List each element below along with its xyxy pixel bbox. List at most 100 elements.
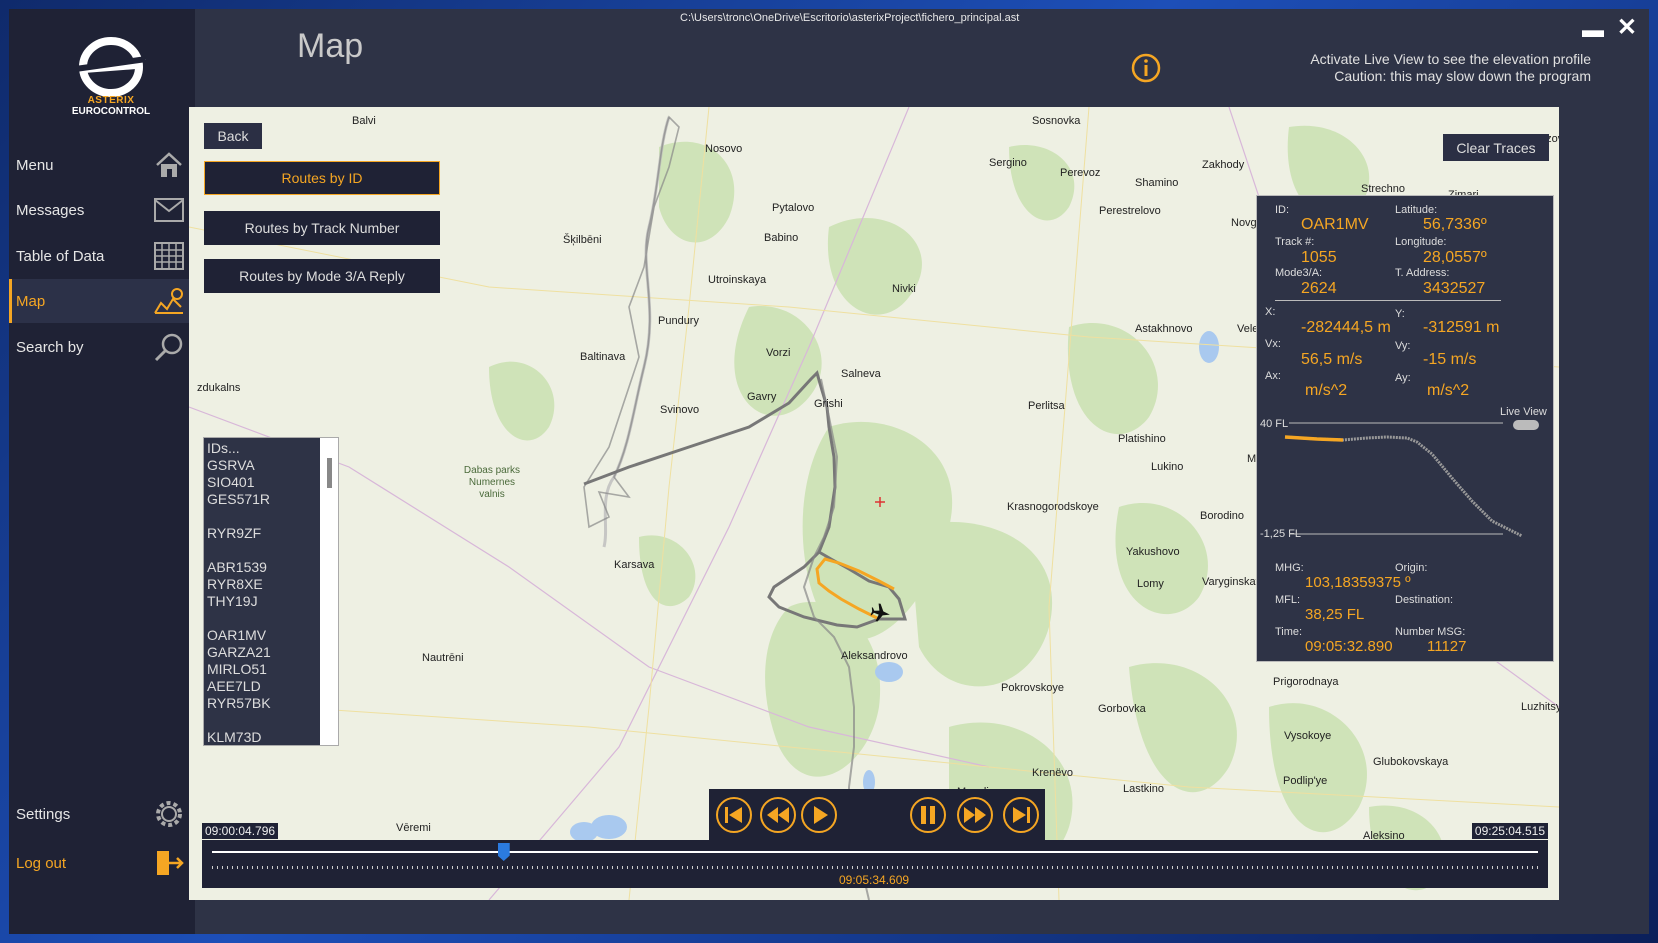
id-list-item[interactable]: IDs... <box>207 440 317 457</box>
id-list-item[interactable] <box>207 542 317 559</box>
mhg-value: 103,18359375 º <box>1305 574 1411 591</box>
skip-to-end-button[interactable] <box>1002 796 1040 834</box>
place-label: Vorzi <box>766 347 791 359</box>
timeline-slider[interactable]: 09:05:34.609 <box>202 840 1548 888</box>
id-list-item[interactable]: RYR9ZF <box>207 525 317 542</box>
destination-label: Destination: <box>1395 594 1454 606</box>
routes-by-id-button[interactable]: Routes by ID <box>204 161 440 195</box>
place-label: Pytalovo <box>772 202 815 214</box>
place-label: Astakhnovo <box>1135 323 1193 335</box>
id-list-item[interactable]: GARZA21 <box>207 644 317 661</box>
place-label: Šķilbēni <box>563 234 602 246</box>
live-view-message-line-1: Activate Live View to see the elevation … <box>1310 51 1591 67</box>
sidebar-item-search-by[interactable]: Search by <box>9 325 195 369</box>
id-list-item[interactable]: MIRLO51 <box>207 661 317 678</box>
timeline-track[interactable] <box>212 851 1538 853</box>
number-msg-value: 11127 <box>1427 638 1467 655</box>
sidebar-item-menu[interactable]: Menu <box>9 143 195 187</box>
logout-icon <box>149 843 189 883</box>
place-label: Shamino <box>1135 177 1179 189</box>
id-listbox[interactable]: IDs... GSRVA SIO401 GES571R RYR9ZF ABR1539 RYR… <box>203 437 339 746</box>
id-list-scrollbar[interactable] <box>320 438 338 745</box>
id-list-item[interactable] <box>207 610 317 627</box>
ax-value: m/s^2 <box>1305 382 1348 399</box>
id-list-items: IDs... GSRVA SIO401 GES571R RYR9ZF ABR1539 RYR… <box>207 440 317 745</box>
rewind-button[interactable] <box>759 796 797 834</box>
id-list-item[interactable]: RYR8XE <box>207 576 317 593</box>
place-label: Nosovo <box>705 143 743 155</box>
clear-traces-button[interactable]: Clear Traces <box>1443 134 1549 161</box>
place-label: Platishino <box>1118 433 1166 445</box>
map-view[interactable]: Balvi Nosovo Sosnovka Sergino Perevoz Za… <box>189 107 1559 900</box>
scrollbar-thumb[interactable] <box>327 458 332 488</box>
x-label: X: <box>1265 306 1276 318</box>
target-address-label: T. Address: <box>1395 267 1450 279</box>
x-value: -282444,5 m <box>1301 319 1391 336</box>
origin-label: Origin: <box>1395 562 1428 574</box>
target-address-value: 3432527 <box>1423 280 1486 297</box>
settings-label: Settings <box>16 805 71 823</box>
id-list-item[interactable]: RYR57BK <box>207 695 317 712</box>
id-list-item[interactable]: GSRVA <box>207 457 317 474</box>
place-label: Balvi <box>352 115 376 127</box>
fast-forward-button[interactable] <box>956 796 994 834</box>
place-label: Salneva <box>841 368 881 380</box>
minimize-button[interactable]: ▬ <box>1582 17 1604 43</box>
id-list-item[interactable]: THY19J <box>207 593 317 610</box>
place-label: Lomy <box>1137 578 1164 590</box>
pause-button[interactable] <box>909 796 947 834</box>
longitude-label: Longitude: <box>1395 236 1447 248</box>
live-view-message: Activate Live View to see the elevation … <box>1310 51 1591 85</box>
ay-label: Ay: <box>1395 372 1411 384</box>
place-label: Nautrēni <box>422 652 464 664</box>
sidebar-item-messages[interactable]: Messages <box>9 188 195 232</box>
header: Map C:\Users\tronc\OneDrive\Escritorio\a… <box>195 9 1649 112</box>
info-icon[interactable] <box>1131 53 1161 88</box>
close-button[interactable]: ✕ <box>1617 13 1637 42</box>
place-label: Babino <box>764 232 799 244</box>
mfl-label: MFL: <box>1275 594 1301 606</box>
id-label: ID: <box>1275 204 1290 216</box>
routes-by-track-number-button[interactable]: Routes by Track Number <box>204 211 440 245</box>
id-list-item[interactable]: GES571R <box>207 491 317 508</box>
sidebar-item-map[interactable]: Map <box>9 279 195 323</box>
id-list-item[interactable] <box>207 508 317 525</box>
id-list-item[interactable]: OAR1MV <box>207 627 317 644</box>
place-label: Yakushovo <box>1126 546 1180 558</box>
place-label: Utroinskaya <box>708 274 767 286</box>
back-button[interactable]: Back <box>204 123 262 149</box>
id-list-item[interactable]: KLM73D <box>207 729 317 745</box>
place-label: Gorbovka <box>1098 703 1146 715</box>
y-value: -312591 m <box>1423 319 1500 336</box>
id-list-item[interactable] <box>207 712 317 729</box>
table-icon <box>149 236 189 276</box>
sidebar-item-table-of-data[interactable]: Table of Data <box>9 234 195 278</box>
gear-icon <box>149 794 189 834</box>
y-label: Y: <box>1395 308 1405 320</box>
aircraft-info-panel: ID: OAR1MV Latitude: 56,7336º Track #: 1… <box>1256 195 1554 662</box>
place-label: Vysokoye <box>1284 730 1332 742</box>
place-label: Gavry <box>747 391 777 403</box>
logout-button[interactable]: Log out <box>9 841 195 885</box>
place-label: Krenëvo <box>1032 767 1073 779</box>
skip-to-start-button[interactable] <box>715 796 753 834</box>
timeline-start-time: 09:00:04.796 <box>202 823 279 839</box>
place-label: Aleksandrovo <box>841 650 908 662</box>
place-label: zdukalns <box>197 382 241 394</box>
search-icon <box>149 327 189 367</box>
timeline-current-time: 09:05:34.609 <box>839 873 910 887</box>
id-list-item[interactable]: AEE7LD <box>207 678 317 695</box>
sidebar-item-settings[interactable]: Settings <box>9 792 195 836</box>
time-label: Time: <box>1275 626 1303 638</box>
id-list-item[interactable]: ABR1539 <box>207 559 317 576</box>
timeline-handle[interactable] <box>497 843 510 861</box>
place-label: Pundury <box>658 315 699 327</box>
place-label: Lukino <box>1151 461 1184 473</box>
routes-by-mode3a-button[interactable]: Routes by Mode 3/A Reply <box>204 259 440 293</box>
id-list-item[interactable]: SIO401 <box>207 474 317 491</box>
sidebar-item-label: Menu <box>16 156 54 174</box>
place-label: Karsava <box>614 559 655 571</box>
elevation-profile-chart <box>1284 422 1523 538</box>
eurocontrol-logo: ASTERIX EUROCONTROL <box>59 37 163 137</box>
play-button[interactable] <box>800 796 838 834</box>
